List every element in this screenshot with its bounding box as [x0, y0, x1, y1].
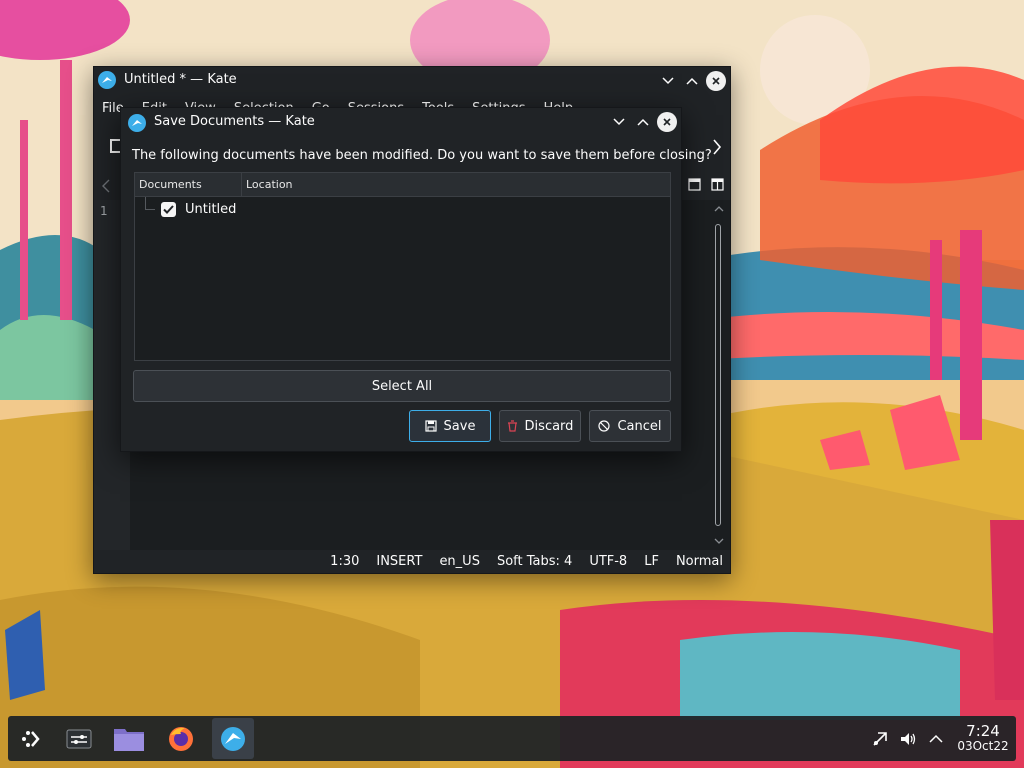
input-mode[interactable]: INSERT — [376, 554, 422, 569]
scrollbar-thumb[interactable] — [715, 224, 721, 526]
save-label: Save — [443, 418, 476, 434]
discard-button[interactable]: Discard — [499, 410, 581, 442]
minimize-button[interactable] — [658, 71, 678, 91]
dolphin-file-manager-icon — [114, 728, 144, 751]
vertical-scrollbar[interactable] — [712, 204, 726, 546]
statusbar: 1:30 INSERT en_US Soft Tabs: 4 UTF-8 LF … — [94, 550, 730, 573]
highlighting-mode[interactable]: Normal — [676, 554, 723, 569]
system-tray: 7:24 03Oct22 — [866, 716, 1016, 761]
column-location[interactable]: Location — [242, 173, 297, 196]
chevron-right-icon — [713, 139, 722, 155]
dialog-maximize-button[interactable] — [633, 112, 653, 132]
tab-scroll-left-button[interactable] — [102, 179, 110, 197]
scroll-down-icon — [714, 538, 724, 544]
checkmark-icon — [163, 205, 174, 214]
encoding[interactable]: UTF-8 — [589, 554, 627, 569]
dialog-minimize-button[interactable] — [609, 112, 629, 132]
document-checkbox[interactable] — [161, 202, 176, 217]
clock-time: 7:24 — [966, 721, 1000, 740]
kate-task-button[interactable] — [212, 718, 254, 759]
cancel-label: Cancel — [617, 418, 662, 434]
close-window-button[interactable] — [706, 71, 726, 91]
firefox-task-button[interactable] — [160, 718, 202, 759]
application-launcher-icon — [22, 730, 40, 747]
list-header: Documents Location — [135, 173, 670, 197]
toolbar-more-button[interactable] — [712, 139, 722, 159]
chevron-down-icon — [613, 118, 625, 126]
chevron-up-icon — [929, 734, 943, 743]
split-view-icon[interactable] — [711, 178, 724, 195]
dialog-titlebar[interactable]: Save Documents — Kate — [121, 108, 681, 137]
chevron-up-icon — [686, 77, 698, 85]
cancel-icon — [598, 420, 611, 432]
cancel-button[interactable]: Cancel — [589, 410, 671, 442]
save-icon — [424, 420, 437, 432]
digital-clock[interactable]: 7:24 03Oct22 — [950, 721, 1016, 754]
trash-icon — [507, 420, 517, 432]
network-icon[interactable] — [866, 730, 894, 748]
select-all-button[interactable]: Select All — [133, 370, 671, 402]
volume-icon[interactable] — [894, 730, 922, 748]
window-title: Untitled * — Kate — [124, 72, 237, 87]
dolphin-task-button[interactable] — [108, 718, 150, 759]
documents-list[interactable]: Documents Location Untitled — [134, 172, 671, 361]
document-name: Untitled — [185, 202, 237, 217]
discard-label: Discard — [524, 418, 574, 434]
dictionary[interactable]: en_US — [439, 554, 480, 569]
kate-app-icon — [128, 114, 146, 132]
chevron-down-icon — [662, 77, 674, 85]
kate-titlebar[interactable]: Untitled * — Kate — [94, 67, 730, 94]
dialog-message: The following documents have been modifi… — [132, 148, 712, 163]
chevron-left-icon — [102, 179, 110, 193]
save-button[interactable]: Save — [409, 410, 491, 442]
line-number: 1 — [100, 204, 108, 218]
end-of-line[interactable]: LF — [644, 554, 659, 569]
scroll-up-icon — [714, 206, 724, 212]
save-documents-dialog: Save Documents — Kate The following docu… — [120, 107, 712, 452]
overview-icon — [66, 729, 92, 748]
new-tab-icon[interactable] — [688, 178, 701, 195]
dialog-close-button[interactable] — [657, 112, 677, 132]
indentation-settings[interactable]: Soft Tabs: 4 — [497, 554, 572, 569]
show-hidden-icons-button[interactable] — [922, 734, 950, 744]
kate-icon — [221, 726, 245, 751]
cursor-position[interactable]: 1:30 — [330, 554, 359, 569]
overview-button[interactable] — [58, 718, 100, 759]
application-launcher-button[interactable] — [10, 718, 52, 759]
firefox-icon — [169, 726, 193, 751]
kate-app-icon — [98, 71, 116, 89]
close-icon — [712, 77, 720, 85]
taskbar: 7:24 03Oct22 — [8, 716, 1016, 761]
clock-date: 03Oct22 — [957, 738, 1009, 753]
tree-branch-line — [145, 197, 155, 210]
close-icon — [663, 118, 671, 126]
maximize-button[interactable] — [682, 71, 702, 91]
list-item[interactable]: Untitled — [161, 202, 236, 217]
column-documents[interactable]: Documents — [135, 173, 242, 196]
dialog-title: Save Documents — Kate — [154, 114, 315, 129]
chevron-up-icon — [637, 118, 649, 126]
